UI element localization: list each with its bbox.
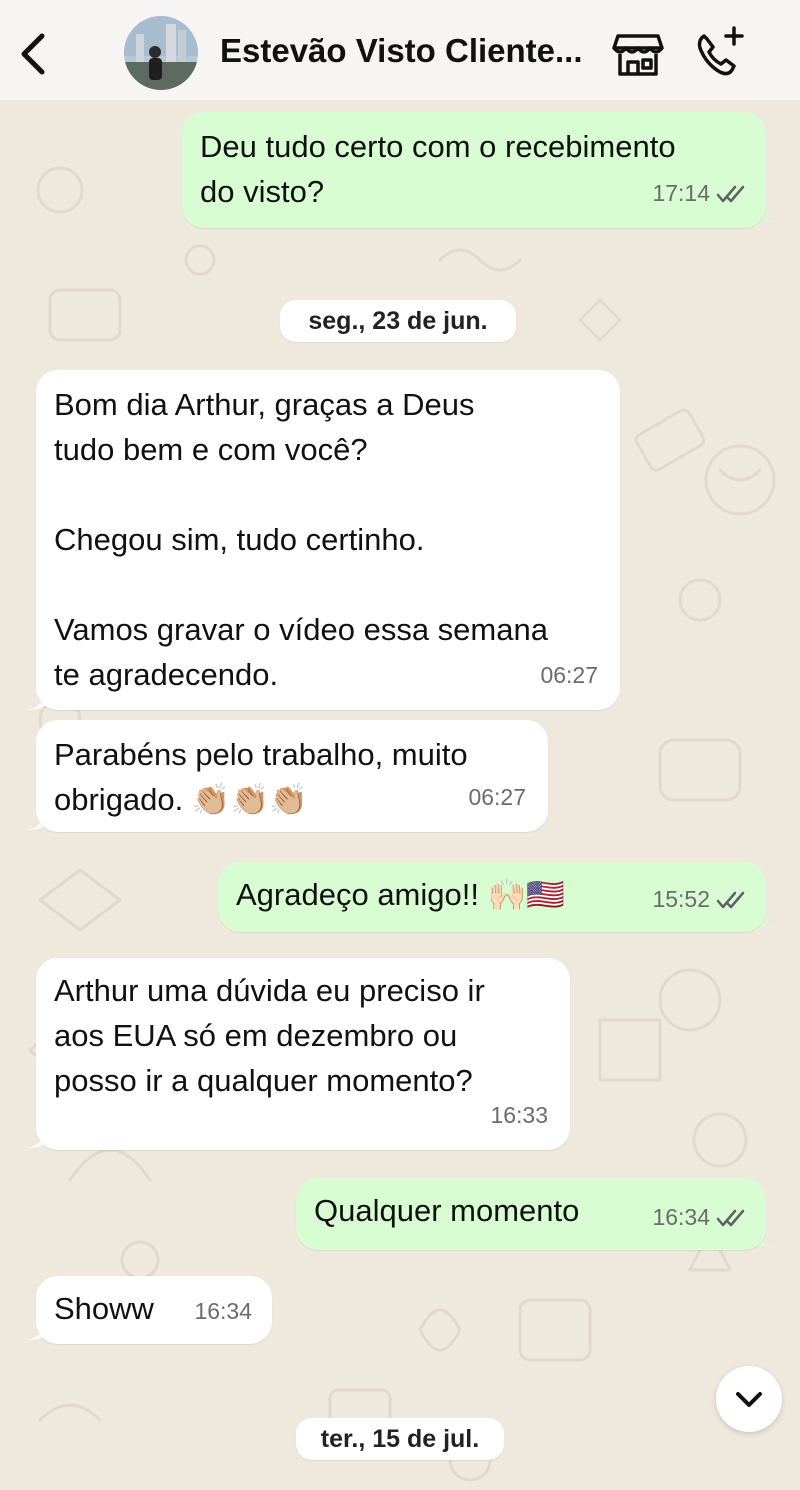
message-meta: 16:34 bbox=[194, 1289, 252, 1334]
message-time: 16:33 bbox=[490, 1102, 548, 1128]
message-time: 06:27 bbox=[468, 784, 526, 810]
message-outgoing[interactable]: Deu tudo certo com o recebimento do vist… bbox=[182, 112, 766, 228]
back-button[interactable] bbox=[14, 30, 54, 78]
message-outgoing[interactable]: Qualquer momento 16:34 bbox=[296, 1178, 766, 1250]
message-time: 16:34 bbox=[194, 1298, 252, 1324]
message-meta: 16:34 bbox=[652, 1195, 746, 1240]
message-time: 15:52 bbox=[652, 886, 710, 912]
message-outgoing[interactable]: Agradeço amigo!! 🙌🏻🇺🇸 15:52 bbox=[218, 862, 766, 932]
double-check-icon bbox=[716, 1209, 745, 1226]
contact-name[interactable]: Estevão Visto Cliente... bbox=[220, 32, 590, 70]
message-meta: 06:27 bbox=[540, 653, 598, 698]
message-text: Parabéns pelo trabalho, muito obrigado. … bbox=[54, 737, 468, 817]
message-time: 17:14 bbox=[652, 180, 710, 206]
catalog-button[interactable] bbox=[612, 30, 664, 78]
message-meta: 17:14 bbox=[652, 171, 746, 216]
chat-header: Estevão Visto Cliente... bbox=[0, 0, 800, 100]
message-meta: 16:33 bbox=[490, 1093, 548, 1138]
message-time: 16:34 bbox=[652, 1204, 710, 1230]
message-incoming[interactable]: Parabéns pelo trabalho, muito obrigado. … bbox=[36, 720, 548, 832]
message-time: 06:27 bbox=[540, 662, 598, 688]
message-text: Bom dia Arthur, graças a Deus tudo bem e… bbox=[54, 387, 548, 692]
message-incoming[interactable]: Showw 16:34 bbox=[36, 1276, 272, 1344]
chevron-down-icon bbox=[736, 1392, 762, 1407]
message-meta: 06:27 bbox=[468, 775, 526, 820]
double-check-icon bbox=[716, 185, 745, 202]
storefront-icon bbox=[612, 34, 664, 76]
message-text: Showw bbox=[54, 1291, 154, 1326]
message-text: Qualquer momento bbox=[314, 1193, 580, 1228]
message-incoming[interactable]: Arthur uma dúvida eu preciso ir aos EUA … bbox=[36, 958, 570, 1150]
add-call-button[interactable] bbox=[694, 26, 748, 78]
scroll-to-bottom-button[interactable] bbox=[716, 1366, 782, 1432]
message-text: Agradeço amigo!! 🙌🏻🇺🇸 bbox=[236, 877, 565, 912]
message-text: Deu tudo certo com o recebimento do vist… bbox=[200, 129, 676, 209]
message-text: Arthur uma dúvida eu preciso ir aos EUA … bbox=[54, 973, 485, 1098]
contact-avatar[interactable] bbox=[124, 16, 198, 90]
chevron-left-icon bbox=[21, 33, 45, 75]
message-meta: 15:52 bbox=[652, 877, 746, 922]
add-call-icon bbox=[697, 26, 744, 76]
double-check-icon bbox=[716, 891, 745, 908]
date-separator: seg., 23 de jun. bbox=[280, 300, 516, 342]
date-separator: ter., 15 de jul. bbox=[296, 1418, 504, 1460]
message-incoming[interactable]: Bom dia Arthur, graças a Deus tudo bem e… bbox=[36, 370, 620, 710]
